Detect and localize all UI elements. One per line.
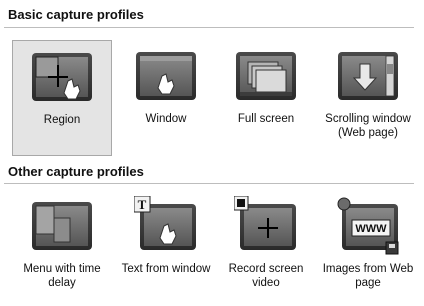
profile-window[interactable]: Window	[116, 40, 216, 156]
profile-record-screen-video[interactable]: Record screen video	[216, 190, 316, 306]
profile-scrolling-window-label: Scrolling window (Web page)	[325, 113, 411, 139]
profile-text-from-window-label: Text from window	[121, 263, 211, 275]
window-capture-icon	[136, 52, 196, 100]
profile-images-from-web[interactable]: WWW Images from Web page	[318, 190, 418, 306]
profile-full-screen-label: Full screen	[237, 113, 295, 125]
profile-menu-time-delay[interactable]: Menu with time delay	[12, 190, 112, 306]
basic-profiles-divider	[4, 27, 414, 28]
images-from-web-icon: WWW	[337, 197, 399, 255]
svg-text:WWW: WWW	[355, 223, 387, 235]
scrolling-window-capture-icon	[338, 52, 398, 100]
menu-time-delay-icon	[32, 202, 92, 250]
profile-record-screen-video-label: Record screen video	[228, 263, 304, 289]
other-profiles-divider	[4, 183, 414, 184]
profile-window-label: Window	[145, 113, 187, 125]
region-capture-icon	[32, 53, 92, 101]
text-from-window-icon: T	[134, 196, 196, 250]
profile-scrolling-window[interactable]: Scrolling window (Web page)	[318, 40, 418, 156]
profile-images-from-web-label: Images from Web page	[322, 263, 414, 289]
profile-text-from-window[interactable]: T Text from window	[116, 190, 216, 306]
record-screen-video-icon	[234, 196, 296, 250]
other-profiles-header: Other capture profiles	[8, 164, 144, 179]
basic-profiles-header: Basic capture profiles	[8, 7, 144, 22]
svg-text:T: T	[138, 197, 147, 212]
profile-full-screen[interactable]: Full screen	[216, 40, 316, 156]
full-screen-capture-icon	[236, 52, 296, 100]
profile-menu-time-delay-label: Menu with time delay	[23, 263, 101, 289]
profile-region[interactable]: Region	[12, 40, 112, 156]
profile-region-label: Region	[43, 114, 81, 126]
